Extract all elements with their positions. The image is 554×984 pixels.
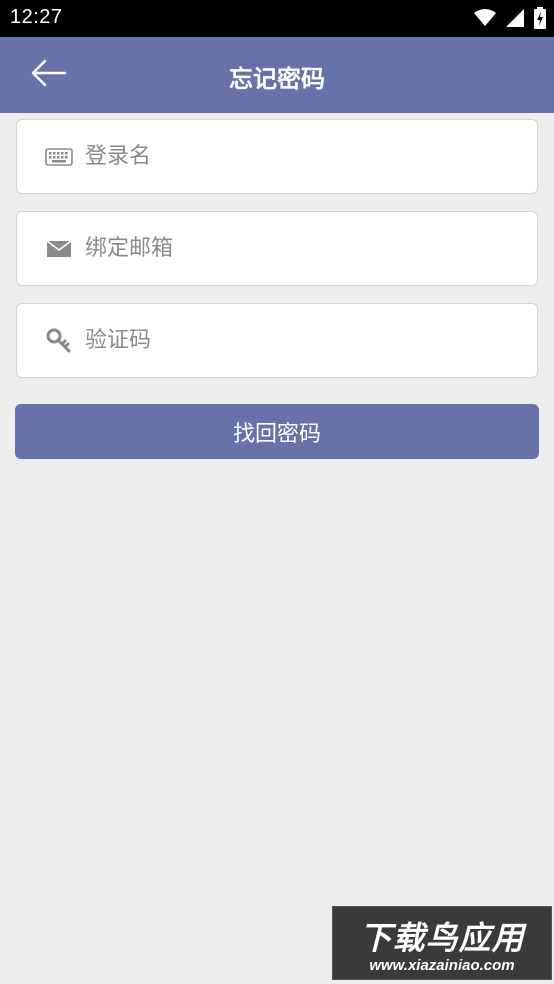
login-name-field[interactable]: [16, 119, 538, 194]
battery-icon: [534, 7, 546, 33]
bound-email-input[interactable]: [85, 236, 505, 261]
login-name-input[interactable]: [85, 144, 505, 169]
mail-icon: [45, 235, 73, 263]
app-bar: 忘记密码: [0, 37, 554, 113]
watermark-url: www.xiazainiao.com: [369, 957, 515, 974]
page-title: 忘记密码: [229, 65, 325, 93]
signal-icon: [506, 9, 524, 31]
keyboard-icon: [45, 143, 73, 171]
retrieve-password-button[interactable]: 找回密码: [15, 404, 539, 459]
status-bar: 12:27: [0, 0, 554, 37]
verification-code-input[interactable]: [85, 328, 505, 353]
status-time: 12:27: [10, 6, 63, 28]
bound-email-field[interactable]: [16, 211, 538, 286]
watermark-title: 下载鸟应用: [359, 919, 525, 957]
key-icon: [45, 327, 73, 355]
wifi-icon: [474, 9, 496, 31]
watermark-logo: 下载鸟应用 www.xiazainiao.com: [332, 906, 552, 980]
status-icons: [474, 7, 546, 33]
verification-code-field[interactable]: [16, 303, 538, 378]
